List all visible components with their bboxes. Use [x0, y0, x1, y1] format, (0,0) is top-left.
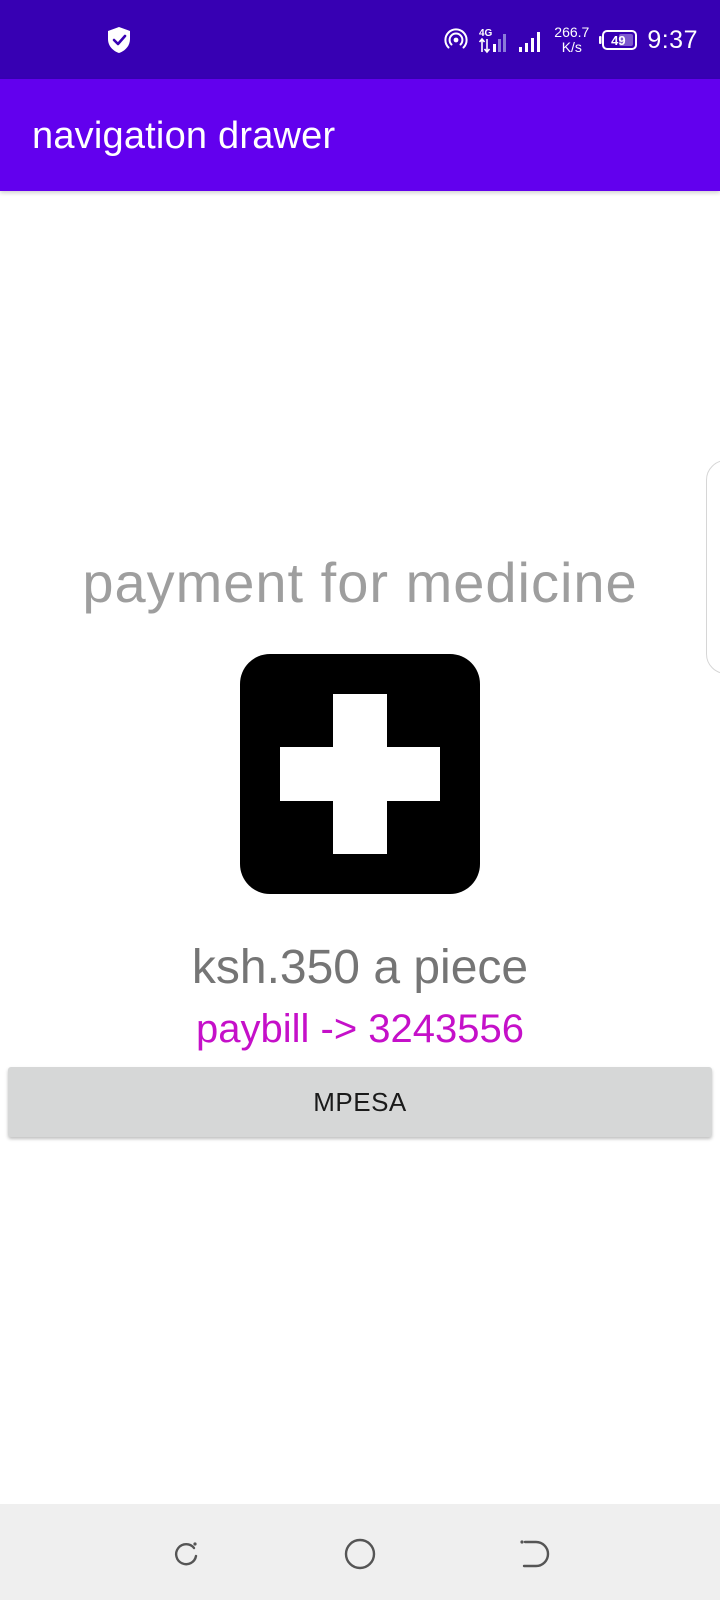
home-icon[interactable]	[342, 1536, 378, 1572]
network-type-label: 4G	[479, 28, 493, 39]
mpesa-button[interactable]: MPESA	[8, 1067, 712, 1137]
clock: 9:37	[647, 25, 698, 54]
net-speed-value: 266.7	[554, 24, 590, 40]
net-speed-unit: K/s	[561, 39, 582, 55]
battery-level: 49	[611, 32, 626, 48]
shield-check-icon	[108, 27, 130, 53]
app-title: navigation drawer	[32, 115, 336, 157]
recent-apps-icon[interactable]	[168, 1536, 204, 1572]
signal-bars-icon	[519, 32, 541, 52]
navigation-bar	[0, 1504, 720, 1600]
back-icon[interactable]	[516, 1536, 552, 1572]
paybill-label: paybill -> 3243556	[195, 1007, 525, 1051]
price-label: ksh.350 a piece	[191, 941, 529, 994]
page-headline: payment for medicine	[82, 551, 638, 614]
net-speed: 266.7 K/s	[554, 25, 589, 55]
status-icons: 4G 266.7 K/s 49 9:37	[444, 20, 698, 60]
hotspot-icon	[444, 28, 468, 49]
medical-cross-icon	[240, 654, 480, 894]
screen: 4G 266.7 K/s 49 9:37 navigation drawer p…	[0, 0, 720, 1600]
status-bar: 4G 266.7 K/s 49 9:37	[0, 0, 720, 79]
app-bar: navigation drawer	[0, 79, 720, 191]
battery-icon: 49	[599, 30, 638, 50]
signal-4g-icon: 4G	[479, 28, 507, 54]
